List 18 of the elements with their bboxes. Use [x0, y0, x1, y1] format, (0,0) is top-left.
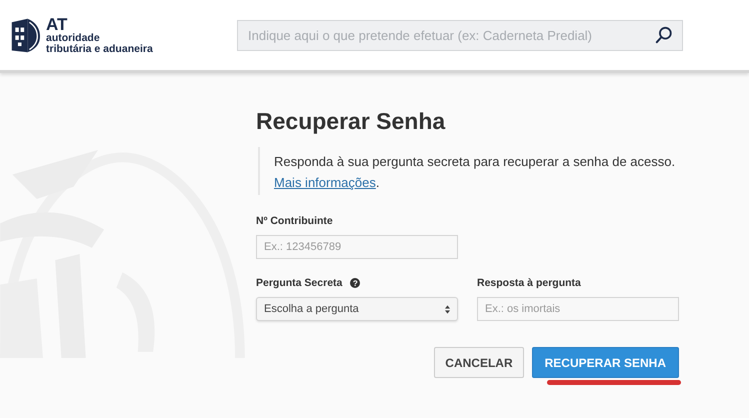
- field-label: Pergunta Secreta: [256, 277, 342, 289]
- logo-name: tributária e aduaneira: [46, 44, 153, 54]
- form-button[interactable]: CANCELAR: [434, 347, 524, 378]
- more-info-link[interactable]: Mais informações: [274, 175, 376, 190]
- help-icon[interactable]: ?: [350, 278, 360, 288]
- field-label: Nº Contribuinte: [256, 215, 334, 227]
- intro-text: Responda à sua pergunta secreta para recuperar a senha de acesso. Mais informações.: [274, 153, 676, 192]
- taxpayer-number-field[interactable]: Ex.: 123456789: [256, 235, 458, 259]
- logo-icon: [10, 16, 40, 54]
- logo-abbreviation: AT: [46, 16, 68, 32]
- field-label: Resposta à pergunta: [477, 277, 581, 289]
- select-arrows-icon: [445, 304, 450, 314]
- search-icon[interactable]: [655, 26, 673, 44]
- search-field[interactable]: Indique aqui o que pretende efetuar (ex: Caderneta Predial): [237, 20, 683, 50]
- logo-name: autoridade: [46, 32, 101, 44]
- question-select[interactable]: Escolha a pergunta: [256, 297, 458, 321]
- answer-field[interactable]: Ex.: os imortais: [477, 297, 679, 321]
- page-title: Recuperar Senha: [256, 108, 446, 135]
